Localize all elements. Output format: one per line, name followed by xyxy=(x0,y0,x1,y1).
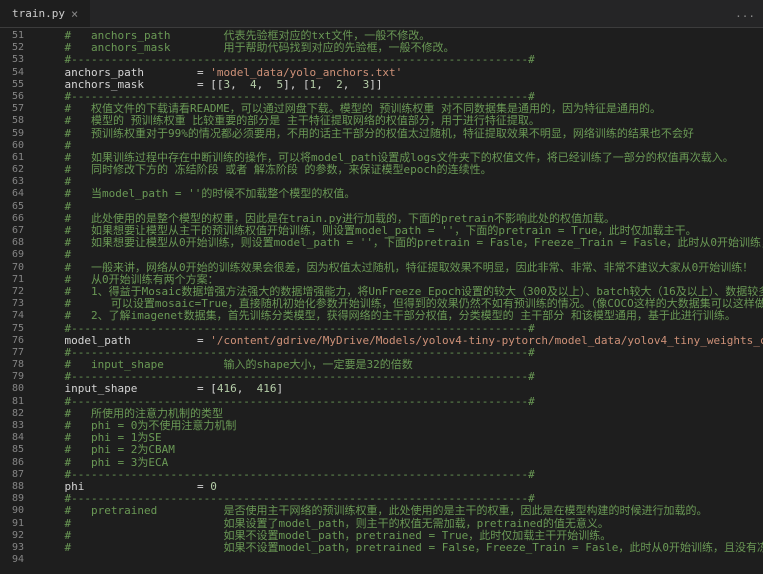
line-number: 68 xyxy=(0,237,24,249)
line-number: 67 xyxy=(0,225,24,237)
line-number: 85 xyxy=(0,444,24,456)
line-number: 75 xyxy=(0,323,24,335)
line-number: 91 xyxy=(0,518,24,530)
line-number: 93 xyxy=(0,542,24,554)
line-number: 57 xyxy=(0,103,24,115)
line-number: 55 xyxy=(0,79,24,91)
editor: 5152535455565758596061626364656667686970… xyxy=(0,28,763,574)
line-number: 77 xyxy=(0,347,24,359)
line-number: 62 xyxy=(0,164,24,176)
line-number: 63 xyxy=(0,176,24,188)
line-number: 56 xyxy=(0,91,24,103)
line-gutter: 5152535455565758596061626364656667686970… xyxy=(0,28,32,574)
line-number: 59 xyxy=(0,128,24,140)
line-number: 60 xyxy=(0,140,24,152)
code-line: # 如果不设置model_path，pretrained = False，Fre… xyxy=(38,542,763,554)
line-number: 81 xyxy=(0,396,24,408)
line-number: 58 xyxy=(0,115,24,127)
line-number: 61 xyxy=(0,152,24,164)
line-number: 79 xyxy=(0,371,24,383)
code-line: # 当model_path = ''的时候不加载整个模型的权值。 xyxy=(38,188,763,200)
line-number: 71 xyxy=(0,274,24,286)
line-number: 90 xyxy=(0,505,24,517)
line-number: 80 xyxy=(0,383,24,395)
line-number: 87 xyxy=(0,469,24,481)
code-line: # 同时修改下方的 冻结阶段 或者 解冻阶段 的参数，来保证模型epoch的连续… xyxy=(38,164,763,176)
line-number: 70 xyxy=(0,262,24,274)
line-number: 82 xyxy=(0,408,24,420)
line-number: 83 xyxy=(0,420,24,432)
line-number: 51 xyxy=(0,30,24,42)
line-number: 84 xyxy=(0,432,24,444)
line-number: 69 xyxy=(0,249,24,261)
line-number: 54 xyxy=(0,67,24,79)
line-number: 86 xyxy=(0,457,24,469)
line-number: 74 xyxy=(0,310,24,322)
more-icon[interactable]: ... xyxy=(735,7,755,20)
line-number: 52 xyxy=(0,42,24,54)
line-number: 64 xyxy=(0,188,24,200)
tab-label: train.py xyxy=(12,7,65,20)
line-number: 78 xyxy=(0,359,24,371)
code-line: # 预训练权重对于99%的情况都必须要用，不用的话主干部分的权值太过随机，特征提… xyxy=(38,128,763,140)
code-line: # 如果想要让模型从0开始训练，则设置model_path = ''，下面的pr… xyxy=(38,237,763,249)
line-number: 65 xyxy=(0,201,24,213)
line-number: 94 xyxy=(0,554,24,566)
line-number: 92 xyxy=(0,530,24,542)
line-number: 89 xyxy=(0,493,24,505)
line-number: 53 xyxy=(0,54,24,66)
line-number: 73 xyxy=(0,298,24,310)
line-number: 88 xyxy=(0,481,24,493)
tab-train-py[interactable]: train.py × xyxy=(0,0,91,27)
line-number: 76 xyxy=(0,335,24,347)
close-icon[interactable]: × xyxy=(71,7,78,21)
tab-bar: train.py × ... xyxy=(0,0,763,28)
line-number: 66 xyxy=(0,213,24,225)
line-number: 72 xyxy=(0,286,24,298)
code-area[interactable]: # anchors_path 代表先验框对应的txt文件，一般不修改。 # an… xyxy=(32,28,763,574)
